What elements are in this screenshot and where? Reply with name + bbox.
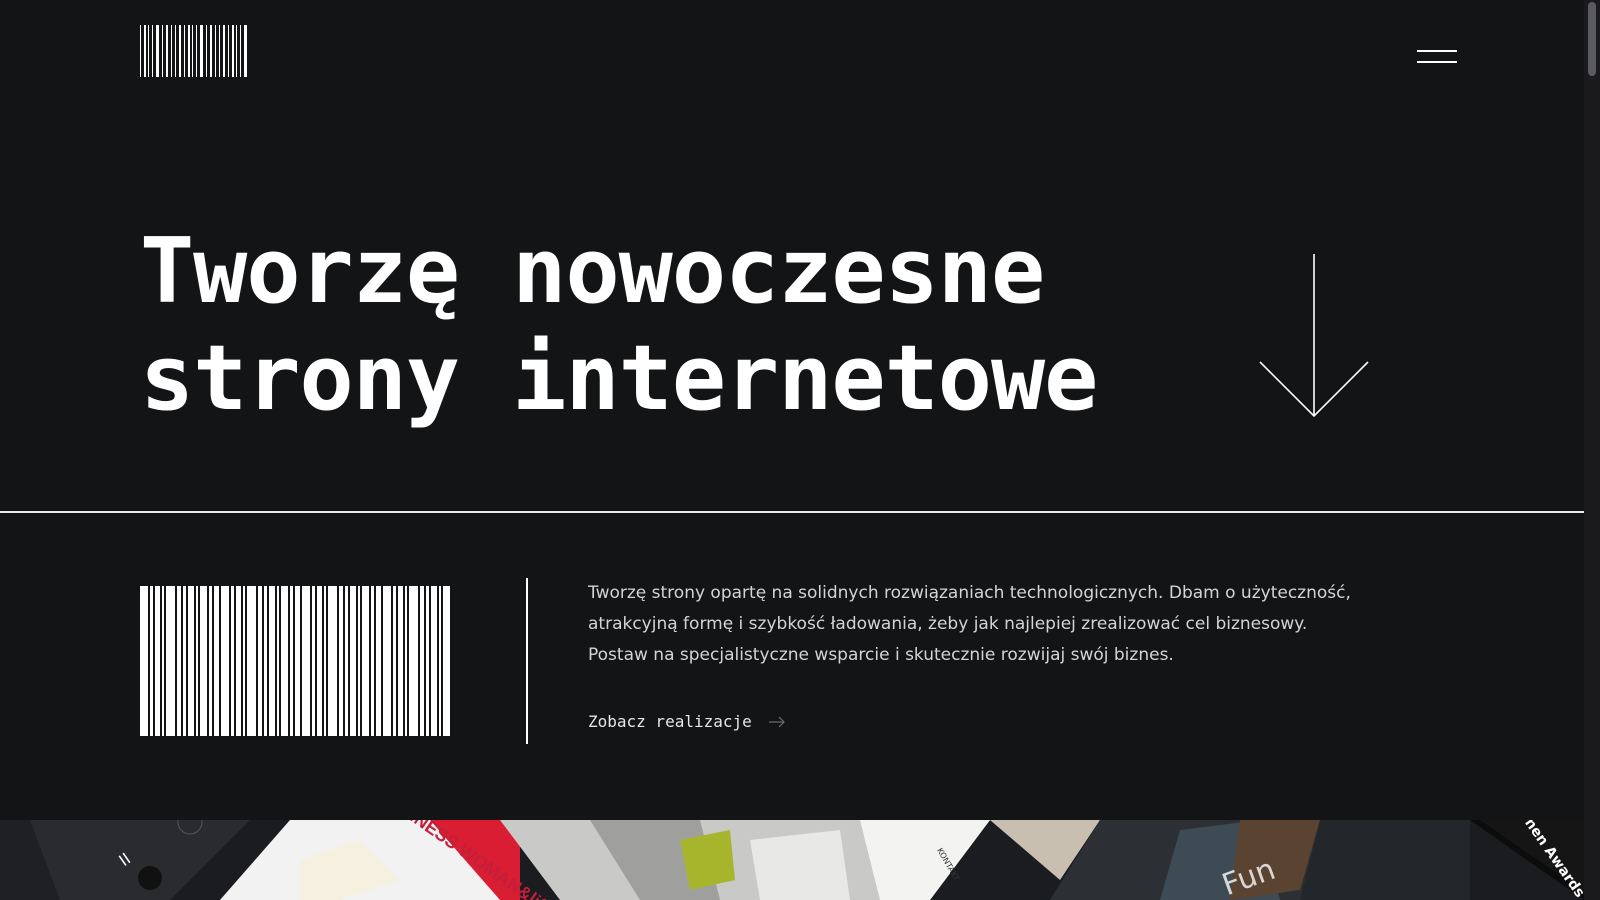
barcode-icon xyxy=(140,586,453,736)
scrollbar[interactable] xyxy=(1584,0,1600,900)
arrow-right-icon xyxy=(768,716,785,727)
intro-line: atrakcyjną formę i szybkość ładowania, ż… xyxy=(588,614,1308,634)
hamburger-menu-icon[interactable] xyxy=(1413,46,1457,66)
hero-title-line-1: Tworzę nowoczesne xyxy=(140,219,1045,324)
intro-line: Tworzę strony opartę na solidnych rozwią… xyxy=(588,583,1351,603)
page: Tworzę nowoczesne strony internetowe Two… xyxy=(0,0,1584,900)
see-projects-label: Zobacz realizacje xyxy=(588,712,752,731)
portfolio-strip[interactable]: II BUSINESS WOMAN&life KONTAKT Fun nen A… xyxy=(0,820,1584,900)
section-divider xyxy=(0,511,1584,513)
menu-bar-top xyxy=(1417,50,1457,52)
hero-title: Tworzę nowoczesne strony internetowe xyxy=(140,218,1098,432)
portfolio-tiles xyxy=(0,820,1584,900)
intro-paragraph: Tworzę strony opartę na solidnych rozwią… xyxy=(588,578,1388,671)
intro-line: Postaw na specjalistyczne wsparcie i sku… xyxy=(588,645,1174,665)
see-projects-link[interactable]: Zobacz realizacje xyxy=(588,712,786,731)
barcode-logo-icon[interactable] xyxy=(140,25,250,77)
vertical-divider xyxy=(526,578,528,744)
hero-title-line-2: strony internetowe xyxy=(140,326,1098,431)
menu-bar-bottom xyxy=(1417,61,1457,63)
arrow-down-icon[interactable] xyxy=(1258,254,1370,420)
scrollbar-thumb[interactable] xyxy=(1588,2,1596,76)
